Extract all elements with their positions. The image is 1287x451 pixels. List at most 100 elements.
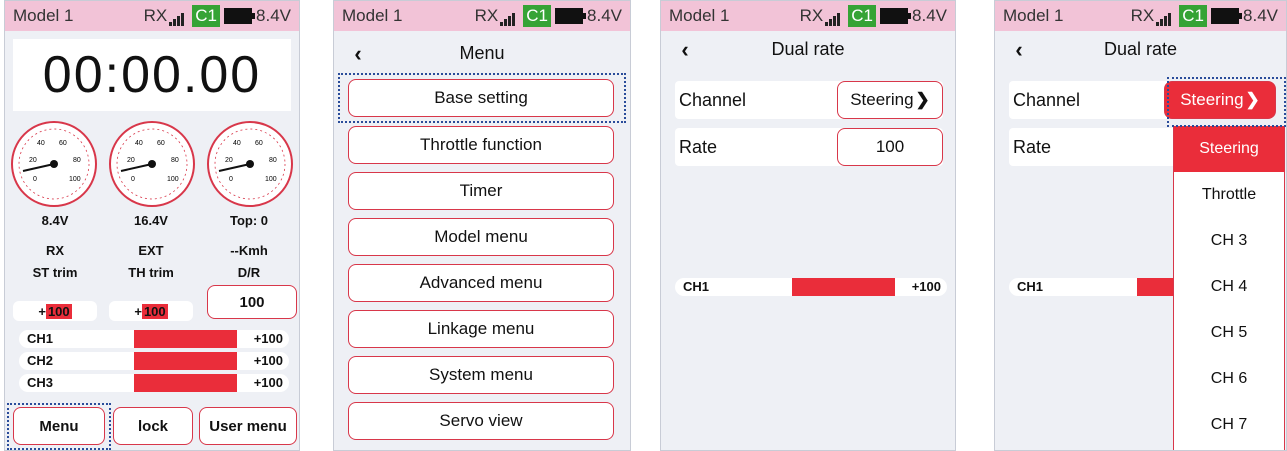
focus-outline: [338, 73, 626, 123]
dropdown-option-ch4[interactable]: CH 4: [1174, 264, 1284, 310]
model-name: Model 1: [342, 6, 403, 25]
model-name: Model 1: [669, 6, 730, 25]
dr-value-button[interactable]: 100: [207, 285, 297, 319]
menu-screen: Model 1 RX C1 8.4V ‹ Menu Base setting T…: [333, 0, 631, 451]
menu-item-servo-view[interactable]: Servo view: [348, 402, 614, 440]
channel-label: Channel: [1013, 90, 1081, 110]
gauge-tick-100: 100: [69, 176, 81, 183]
dropdown-option-ch6[interactable]: CH 6: [1174, 356, 1284, 402]
focus-outline: [7, 403, 111, 450]
th-trim-sign: +: [134, 303, 142, 319]
st-trim-value: +100: [13, 301, 97, 321]
battery-icon: [880, 8, 912, 24]
dr-label: D/R: [237, 265, 261, 280]
channel-dropdown-list: Steering Throttle CH 3 CH 4 CH 5 CH 6 CH…: [1173, 126, 1285, 450]
signal-icon: [499, 10, 516, 26]
menu-item-advanced-menu[interactable]: Advanced menu: [348, 264, 614, 302]
voltage-readout: 8.4V: [1243, 6, 1278, 25]
menu-item-system-menu[interactable]: System menu: [348, 356, 614, 394]
channel-bar: [134, 330, 237, 348]
lock-button[interactable]: lock: [113, 407, 193, 445]
rate-input[interactable]: 100: [837, 128, 943, 166]
channel-bar: [792, 278, 895, 296]
home-screen: Model 1 RX C1 8.4V 00:00.00 20 40 60 80 …: [4, 0, 300, 451]
channel-output-row: CH1 +100: [675, 278, 947, 296]
gauge-tick-0: 0: [229, 176, 233, 183]
battery-icon: [1211, 8, 1243, 24]
status-bar: Model 1 RX C1 8.4V: [661, 1, 955, 31]
gauge-tick-40: 40: [37, 140, 45, 147]
user-menu-button[interactable]: User menu: [199, 407, 297, 445]
gauge-tick-20: 20: [225, 157, 233, 164]
page-header: ‹ Menu: [334, 35, 630, 71]
dropdown-option-steering[interactable]: Steering: [1174, 126, 1284, 172]
status-bar: Model 1 RX C1 8.4V: [5, 1, 299, 31]
rate-row: Rate 100: [675, 128, 943, 166]
voltage-readout: 8.4V: [912, 6, 947, 25]
rate-label: Rate: [1013, 137, 1052, 157]
voltage-readout: 8.4V: [587, 6, 622, 25]
channel-value: +100: [911, 279, 941, 294]
channel-badge: C1: [848, 5, 877, 27]
channel-row-ch1: CH1 +100: [19, 330, 289, 348]
rx-signal: RX: [144, 6, 185, 26]
dual-rate-dropdown-screen: Model 1 RX C1 8.4V ‹ Dual rate Channel S…: [994, 0, 1287, 451]
focus-outline: [1167, 77, 1286, 127]
model-name: Model 1: [1003, 6, 1064, 25]
gauge-value-ext: 16.4V: [134, 213, 168, 228]
menu-item-model-menu[interactable]: Model menu: [348, 218, 614, 256]
channel-name: CH2: [27, 353, 54, 368]
menu-item-throttle-function[interactable]: Throttle function: [348, 126, 614, 164]
rx-label: RX: [799, 6, 824, 25]
chevron-left-icon[interactable]: ‹: [673, 37, 697, 63]
rx-signal: RX: [1131, 6, 1172, 26]
gauge-tick-0: 0: [33, 176, 37, 183]
channel-select-value: Steering: [850, 90, 914, 109]
channel-row-ch3: CH3 +100: [19, 374, 289, 392]
gauge-tick-80: 80: [73, 157, 81, 164]
rx-label: RX: [143, 6, 168, 25]
gauge-speed: 20 40 60 80 100 0: [207, 121, 293, 207]
gauge-label-rx: RX: [45, 243, 65, 258]
signal-icon: [824, 10, 841, 26]
gauge-tick-0: 0: [131, 176, 135, 183]
page-header: ‹ Dual rate: [995, 31, 1286, 67]
th-trim-label: TH trim: [128, 265, 174, 280]
channel-value: +100: [253, 375, 283, 390]
chevron-down-icon: ❯: [915, 90, 930, 109]
gauge-tick-80: 80: [171, 157, 179, 164]
page-header: ‹ Dual rate: [661, 31, 955, 67]
channel-name: CH1: [1017, 279, 1044, 294]
channel-label: Channel: [679, 90, 747, 110]
dropdown-option-ch5[interactable]: CH 5: [1174, 310, 1284, 356]
dropdown-option-ch7[interactable]: CH 7: [1174, 402, 1284, 448]
gauge-label-speed: --Kmh: [230, 243, 268, 258]
page-title: Menu: [459, 42, 505, 63]
dropdown-option-throttle[interactable]: Throttle: [1174, 172, 1284, 218]
gauge-label-ext: EXT: [138, 243, 164, 258]
channel-badge: C1: [523, 5, 552, 27]
channel-output-row: CH1: [1009, 278, 1179, 296]
gauge-tick-100: 100: [265, 176, 277, 183]
channel-bar: [134, 352, 237, 370]
dropdown-option-ch3[interactable]: CH 3: [1174, 218, 1284, 264]
rx-label: RX: [1130, 6, 1155, 25]
channel-row: Channel Steering ❯: [675, 81, 943, 119]
channel-name: CH3: [27, 375, 54, 390]
gauge-rx: 20 40 60 80 100 0: [11, 121, 97, 207]
gauge-ext: 20 40 60 80 100 0: [109, 121, 195, 207]
rate-label: Rate: [679, 137, 718, 157]
gauge-tick-20: 20: [127, 157, 135, 164]
chevron-left-icon[interactable]: ‹: [1007, 37, 1031, 63]
dual-rate-screen: Model 1 RX C1 8.4V ‹ Dual rate Channel S…: [660, 0, 956, 451]
gauge-value-rx: 8.4V: [41, 213, 69, 228]
st-trim-sign: +: [38, 303, 46, 319]
status-bar: Model 1 RX C1 8.4V: [995, 1, 1286, 31]
menu-item-timer[interactable]: Timer: [348, 172, 614, 210]
status-bar: Model 1 RX C1 8.4V: [334, 1, 630, 31]
channel-badge: C1: [192, 5, 221, 27]
menu-item-linkage-menu[interactable]: Linkage menu: [348, 310, 614, 348]
chevron-left-icon[interactable]: ‹: [346, 41, 370, 67]
th-trim-number: 100: [141, 303, 168, 319]
channel-select[interactable]: Steering ❯: [837, 81, 943, 119]
